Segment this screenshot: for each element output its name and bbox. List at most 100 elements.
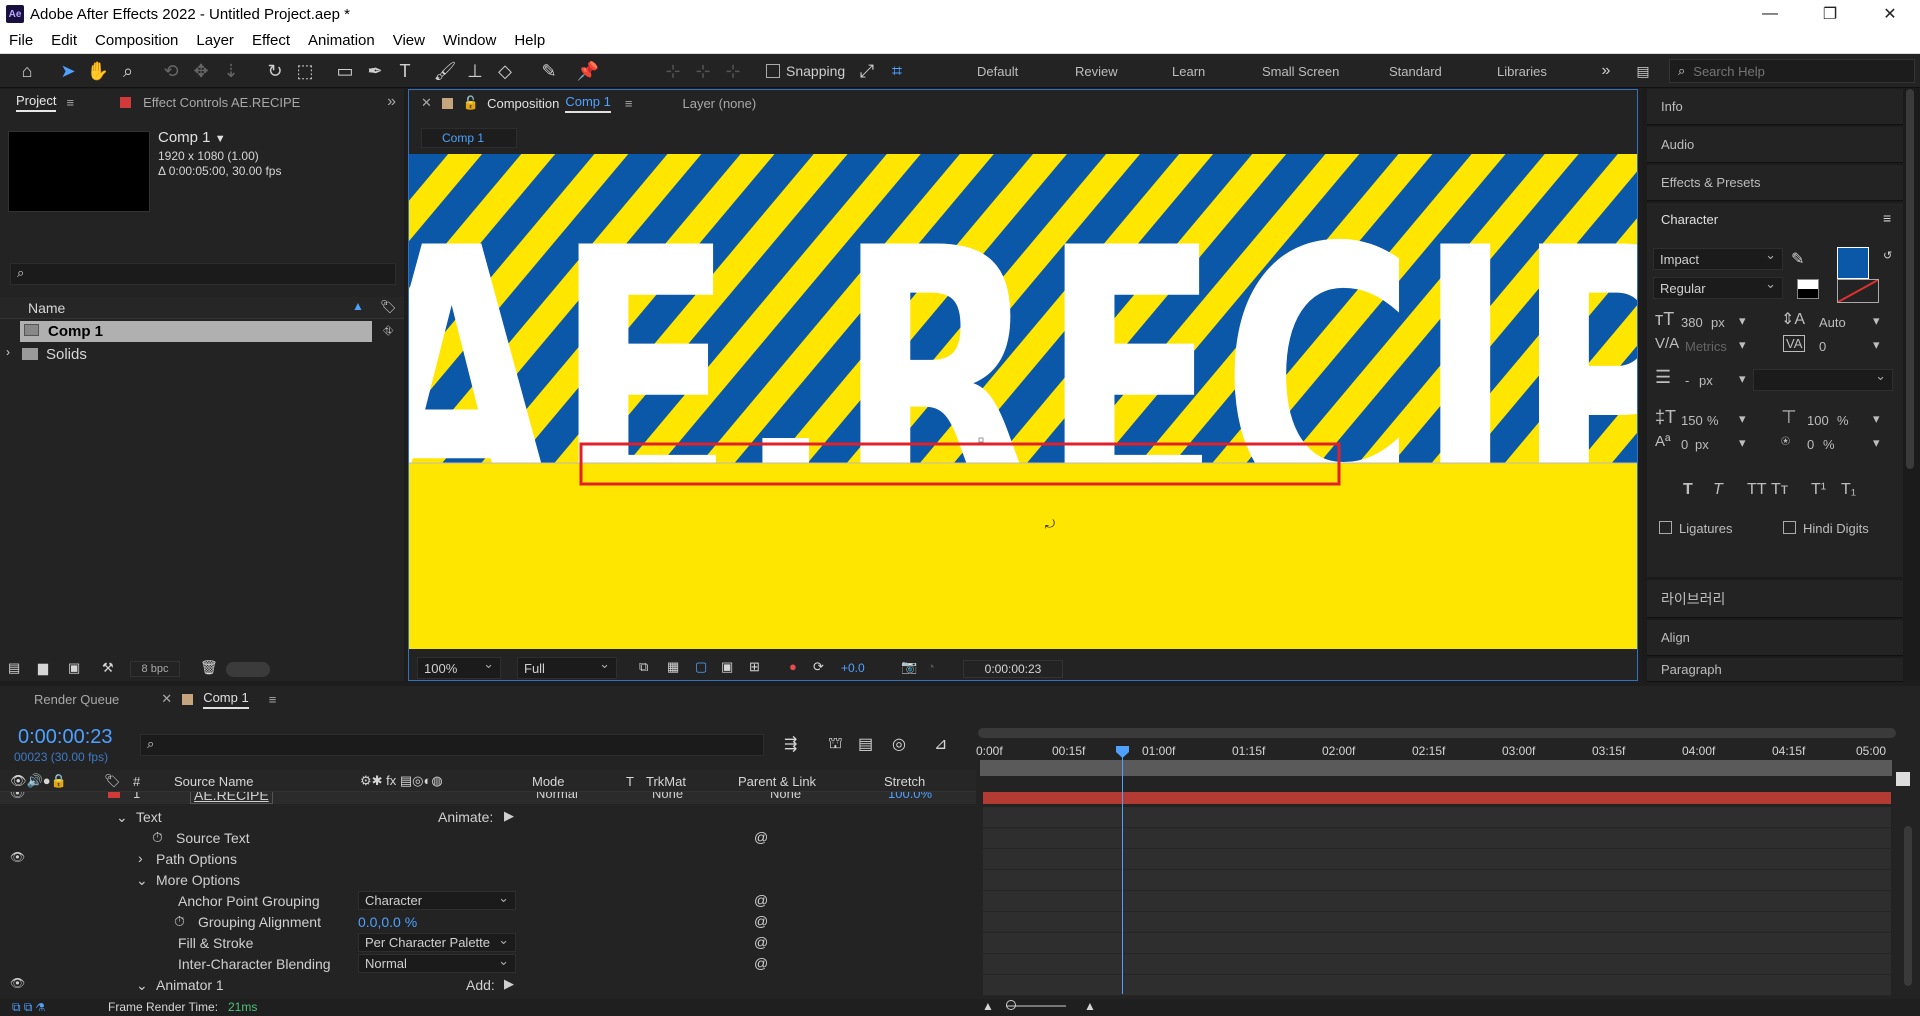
- workspace-overflow-icon[interactable]: »: [1593, 58, 1619, 84]
- time-ruler[interactable]: 0:00f 00:15f 01:00f 01:15f 02:00f 02:15f…: [976, 740, 1896, 780]
- tab-timeline-comp[interactable]: Comp 1: [203, 690, 249, 709]
- font-size-value[interactable]: 380: [1681, 315, 1703, 330]
- clone-stamp-icon[interactable]: ⊥: [462, 58, 488, 84]
- black-white-swatch[interactable]: [1797, 279, 1819, 299]
- orbit-camera-icon[interactable]: ⟲: [158, 58, 184, 84]
- hand-tool-icon[interactable]: ✋: [85, 58, 111, 84]
- timeline-search-input[interactable]: ⌕: [140, 734, 764, 756]
- fill-stroke-dropdown[interactable]: Per Character Palette: [358, 932, 516, 952]
- pan-camera-icon[interactable]: ✥: [188, 58, 214, 84]
- draft-3d-icon[interactable]: ⛫: [828, 734, 843, 754]
- bpc-button[interactable]: 8 bpc: [130, 661, 180, 677]
- paragraph-panel-header[interactable]: Paragraph: [1647, 658, 1903, 682]
- new-folder-icon[interactable]: ▆: [38, 660, 48, 676]
- grouping-alignment-value[interactable]: 0.0,0.0 %: [358, 914, 417, 930]
- motion-blur-icon[interactable]: ◎: [892, 734, 906, 754]
- pickwhip-icon[interactable]: @: [754, 955, 768, 971]
- show-snapshot-icon[interactable]: ◔: [927, 659, 935, 674]
- ligatures-checkbox[interactable]: [1659, 521, 1672, 534]
- libraries-panel-header[interactable]: 라이브러리: [1647, 580, 1903, 618]
- hindi-digits-checkbox[interactable]: [1783, 521, 1796, 534]
- exposure-value[interactable]: +0.0: [841, 661, 865, 675]
- font-style-dropdown[interactable]: Regular: [1653, 276, 1783, 299]
- roto-brush-icon[interactable]: ✎: [536, 58, 562, 84]
- twirl-open-icon[interactable]: ⌄: [136, 872, 148, 889]
- menu-composition[interactable]: Composition: [86, 32, 187, 49]
- pickwhip-icon[interactable]: @: [754, 913, 768, 929]
- property-row[interactable]: 👁 › Path Options: [0, 849, 976, 870]
- snapshot-icon[interactable]: 📷: [901, 659, 917, 675]
- right-panel-scrollbar[interactable]: [1906, 89, 1914, 469]
- stroke-width-dropdown-icon[interactable]: ▾: [1739, 371, 1746, 387]
- comp-info-name[interactable]: Comp 1 ▼: [158, 129, 226, 146]
- eye-icon[interactable]: 👁: [10, 976, 25, 990]
- inter-character-blending-dropdown[interactable]: Normal: [358, 953, 516, 973]
- horizontal-scale-dropdown-icon[interactable]: ▾: [1873, 411, 1880, 427]
- label-color-icon[interactable]: [108, 792, 120, 798]
- trash-icon[interactable]: 🗑: [200, 659, 218, 676]
- col-name-header[interactable]: Name: [28, 300, 65, 316]
- home-icon[interactable]: ⌂: [14, 58, 40, 84]
- zoom-dropdown[interactable]: 100%: [417, 656, 501, 679]
- horizontal-scale-value[interactable]: 100: [1807, 413, 1829, 428]
- resolution-dropdown[interactable]: Full: [517, 656, 617, 679]
- layer-duration-bar[interactable]: [983, 792, 1891, 804]
- tab-project[interactable]: Project: [16, 93, 57, 112]
- region-of-interest-icon[interactable]: ▣: [721, 659, 733, 675]
- twirl-closed-icon[interactable]: ›: [138, 850, 143, 866]
- all-caps-button[interactable]: TT: [1747, 481, 1767, 499]
- add-menu-icon[interactable]: ▶: [504, 976, 514, 992]
- interpret-footage-icon[interactable]: ▤: [8, 660, 20, 676]
- menu-edit[interactable]: Edit: [42, 32, 86, 49]
- close-icon[interactable]: ✕: [1860, 0, 1920, 28]
- vertical-scale-value[interactable]: 150: [1681, 413, 1703, 428]
- menu-window[interactable]: Window: [434, 32, 505, 49]
- channel-icon[interactable]: ●: [789, 659, 797, 674]
- tab-comp-name[interactable]: Comp 1: [565, 94, 611, 113]
- layer-panel-tab[interactable]: Layer (none): [682, 96, 756, 111]
- workspace-libraries[interactable]: Libraries: [1497, 64, 1547, 79]
- stopwatch-icon[interactable]: ⏱: [174, 913, 185, 930]
- rotation-tool-icon[interactable]: ↻: [262, 58, 288, 84]
- project-search-input[interactable]: ⌕: [10, 263, 396, 285]
- small-caps-button[interactable]: Tт: [1771, 481, 1788, 499]
- restore-icon[interactable]: ❐: [1800, 0, 1860, 28]
- info-panel-header[interactable]: Info: [1647, 89, 1903, 125]
- faux-italic-button[interactable]: T: [1713, 481, 1723, 499]
- menu-help[interactable]: Help: [505, 32, 554, 49]
- layer-mode[interactable]: Normal: [536, 792, 578, 801]
- tsume-value[interactable]: 0: [1807, 437, 1814, 452]
- anchor-grouping-dropdown[interactable]: Character: [358, 890, 516, 910]
- workspace-review[interactable]: Review: [1075, 64, 1118, 79]
- eye-icon[interactable]: 👁: [10, 792, 25, 800]
- tab-composition[interactable]: Composition: [487, 96, 559, 111]
- leading-value[interactable]: Auto: [1819, 315, 1846, 330]
- mask-visibility-icon[interactable]: ▢: [695, 659, 707, 675]
- eyedropper-icon[interactable]: ✎: [1791, 249, 1804, 269]
- swap-colors-icon[interactable]: ↺: [1883, 249, 1892, 262]
- kerning-value[interactable]: Metrics: [1685, 339, 1727, 354]
- fast-preview-icon[interactable]: ⧉: [639, 659, 648, 675]
- panel-menu-icon[interactable]: ≡: [66, 95, 74, 110]
- menu-animation[interactable]: Animation: [299, 32, 384, 49]
- property-row[interactable]: Anchor Point Grouping Character @: [0, 890, 976, 912]
- zoom-out-icon[interactable]: ▲: [982, 999, 994, 1013]
- axis-world-icon[interactable]: ⊹: [690, 58, 716, 84]
- property-row[interactable]: Inter-Character Blending Normal @: [0, 953, 976, 975]
- comp-mini-flowchart-icon[interactable]: ⇶: [784, 734, 797, 754]
- layer-trkmat[interactable]: None: [652, 792, 683, 801]
- eraser-tool-icon[interactable]: ◇: [492, 58, 518, 84]
- menu-file[interactable]: File: [0, 32, 42, 49]
- subscript-button[interactable]: T₁: [1841, 481, 1856, 499]
- axis-local-icon[interactable]: ⊹: [660, 58, 686, 84]
- baseline-shift-value[interactable]: 0: [1681, 437, 1688, 452]
- stroke-width-value[interactable]: -: [1685, 373, 1689, 388]
- timeline-scrollbar[interactable]: [1904, 826, 1912, 986]
- reset-exposure-icon[interactable]: ⟳: [813, 659, 824, 675]
- menu-effect[interactable]: Effect: [243, 32, 299, 49]
- selection-tool-icon[interactable]: ➤: [55, 58, 81, 84]
- tsume-dropdown-icon[interactable]: ▾: [1873, 435, 1880, 451]
- stroke-color-swatch[interactable]: [1837, 279, 1879, 303]
- twirl-closed-icon[interactable]: ›: [6, 345, 10, 359]
- property-row[interactable]: ⏱ Grouping Alignment 0.0,0.0 % @: [0, 912, 976, 933]
